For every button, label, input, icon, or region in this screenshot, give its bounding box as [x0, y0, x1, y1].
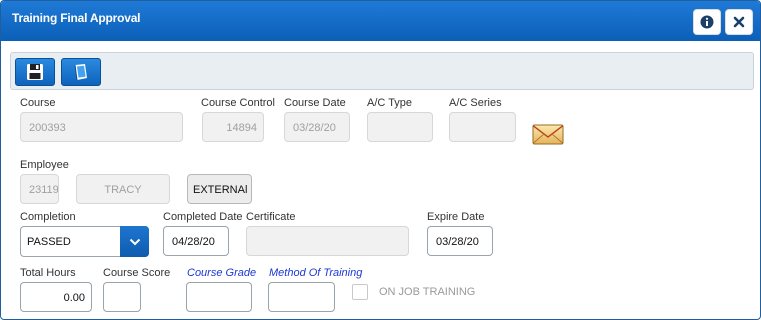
total-hours-label: Total Hours	[20, 267, 76, 279]
close-icon	[733, 16, 745, 28]
book-button[interactable]	[61, 58, 101, 86]
employee-label: Employee	[20, 159, 69, 171]
employee-id-field[interactable]: 23119	[20, 174, 59, 204]
save-button[interactable]	[15, 58, 55, 86]
info-button[interactable]	[693, 9, 721, 35]
course-date-label: Course Date	[284, 97, 346, 109]
completion-label: Completion	[20, 211, 76, 223]
course-field[interactable]: 200393	[20, 112, 183, 142]
employee-name-field[interactable]: TRACY	[76, 174, 170, 204]
course-score-field[interactable]	[103, 282, 141, 312]
course-date-field[interactable]: 03/28/20	[284, 112, 350, 142]
on-job-training-label: ON JOB TRAINING	[379, 286, 476, 298]
completed-date-field[interactable]: 04/28/20	[163, 226, 229, 256]
external-button[interactable]: EXTERNAl	[187, 174, 252, 204]
course-grade-field[interactable]	[186, 282, 252, 312]
certificate-label: Certificate	[246, 211, 296, 223]
book-icon	[74, 64, 87, 81]
ac-series-label: A/C Series	[449, 97, 502, 109]
ac-type-field[interactable]	[367, 112, 433, 142]
info-icon	[700, 15, 714, 29]
completion-dropdown-button[interactable]	[120, 226, 149, 257]
completed-date-label: Completed Date	[163, 211, 243, 223]
completion-select[interactable]: PASSED	[20, 226, 149, 257]
toolbar	[10, 52, 754, 90]
training-final-approval-window: Training Final Approval Course 200393 Co…	[0, 0, 761, 320]
window-title: Training Final Approval	[12, 11, 141, 25]
ac-series-field[interactable]	[449, 112, 516, 142]
expire-date-label: Expire Date	[427, 211, 485, 223]
course-control-field[interactable]: 14894	[202, 112, 264, 142]
method-of-training-field[interactable]	[268, 282, 335, 312]
ac-type-label: A/C Type	[367, 97, 413, 109]
course-score-label: Course Score	[103, 267, 171, 279]
total-hours-field[interactable]: 0.00	[20, 282, 92, 312]
save-icon	[27, 64, 43, 80]
course-grade-label[interactable]: Course Grade	[187, 267, 256, 279]
envelope-icon[interactable]	[532, 122, 564, 146]
course-label: Course	[20, 97, 56, 109]
title-bar: Training Final Approval	[1, 1, 760, 41]
course-control-label: Course Control	[201, 97, 275, 109]
completion-value: PASSED	[27, 236, 71, 248]
certificate-field[interactable]	[246, 226, 409, 256]
close-button[interactable]	[725, 9, 753, 35]
chevron-down-icon	[129, 238, 140, 245]
expire-date-field[interactable]: 03/28/20	[427, 226, 493, 256]
on-job-training-checkbox[interactable]	[352, 284, 368, 300]
method-of-training-label[interactable]: Method Of Training	[269, 267, 362, 279]
